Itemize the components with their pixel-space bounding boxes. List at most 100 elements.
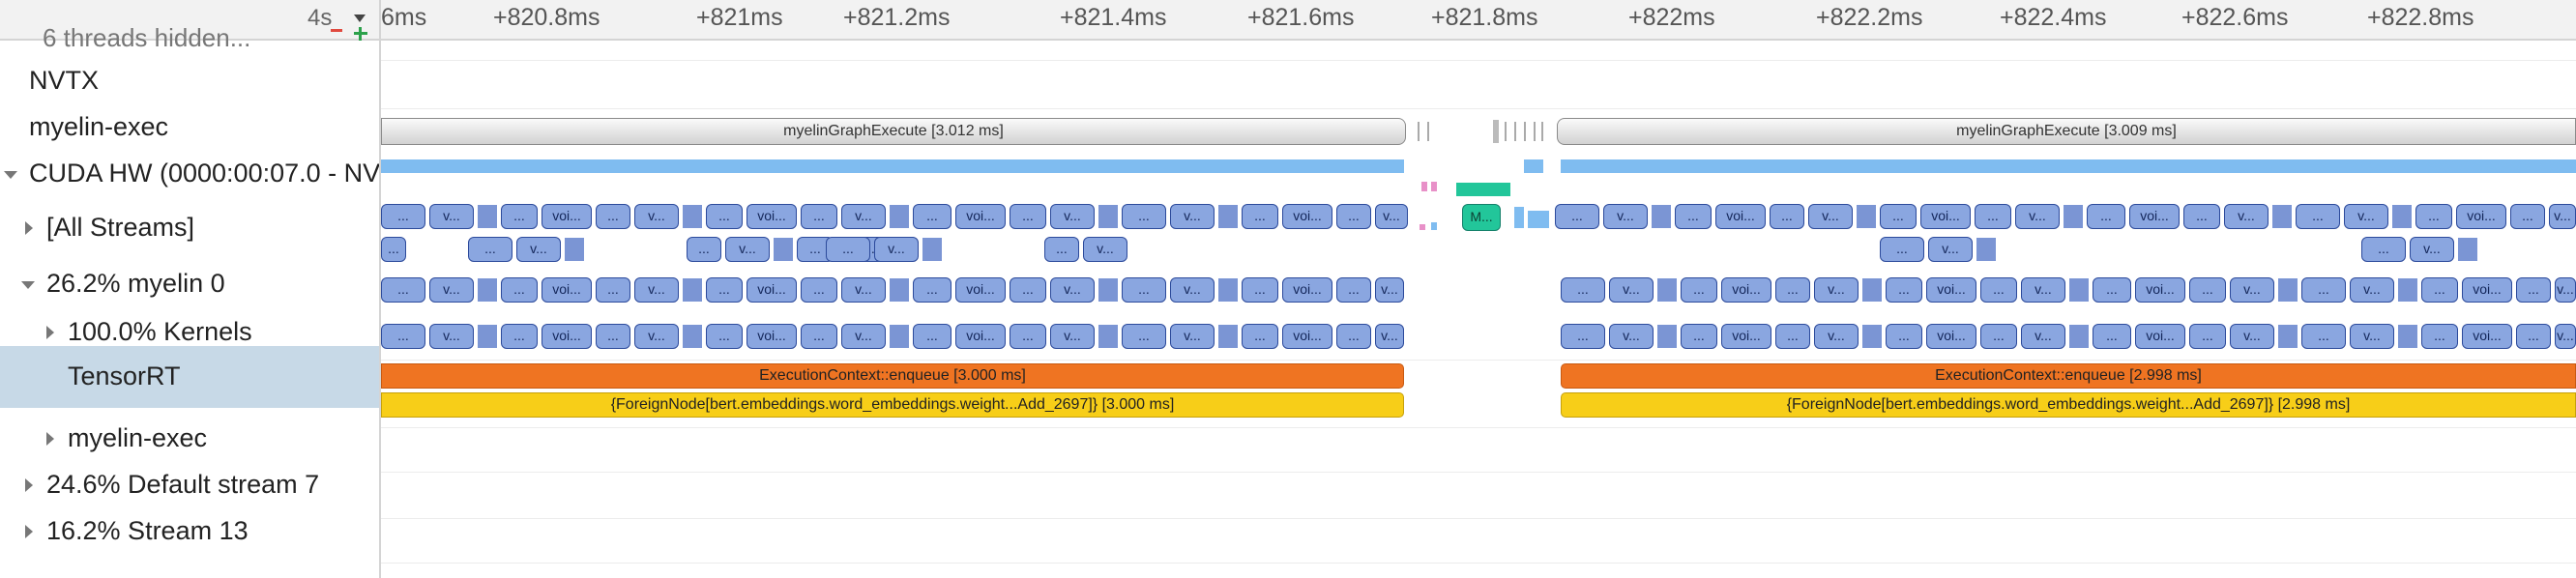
kernel-box[interactable]: ... (2183, 204, 2220, 229)
kernel-box[interactable]: voi... (955, 277, 1006, 303)
kernel-box[interactable]: ... (381, 324, 425, 349)
kernel-box[interactable]: ... (1681, 277, 1717, 303)
kernel-box[interactable]: ... (1555, 204, 1599, 229)
kernel-box[interactable]: ... (913, 324, 951, 349)
kernel-box[interactable]: v... (1814, 324, 1859, 349)
kernel-box[interactable]: v... (1375, 204, 1408, 229)
chevron-right-icon[interactable] (25, 221, 33, 235)
kernel-box[interactable]: v... (2230, 277, 2274, 303)
kernel-box[interactable]: ... (1336, 204, 1371, 229)
kernel-box[interactable]: v... (516, 237, 561, 262)
kernel-slice[interactable] (2064, 205, 2083, 228)
kernel-box[interactable]: voi... (542, 204, 592, 229)
kernel-box[interactable]: voi... (1920, 204, 1971, 229)
kernel-slice[interactable] (1657, 278, 1677, 302)
kernel-box[interactable]: v... (1808, 204, 1853, 229)
nvtx-range-graph-execute-2[interactable]: myelinGraphExecute [3.009 ms] (1557, 118, 2576, 145)
kernel-slice[interactable] (683, 278, 702, 302)
kernel-box[interactable]: v... (2350, 324, 2394, 349)
kernel-box[interactable]: ... (1980, 324, 2017, 349)
chevron-down-icon[interactable] (4, 171, 17, 179)
kernel-box[interactable]: v... (429, 277, 474, 303)
kernel-slice[interactable] (1098, 325, 1118, 348)
kernel-box[interactable]: ... (1242, 277, 1278, 303)
kernel-box[interactable]: v... (634, 324, 679, 349)
kernel-box[interactable]: v... (2021, 277, 2065, 303)
tensorrt-foreign-node-2[interactable]: {ForeignNode[bert.embeddings.word_embedd… (1561, 392, 2576, 418)
kernel-box[interactable]: ... (381, 204, 425, 229)
kernel-box[interactable]: voi... (542, 277, 592, 303)
tree-row-default-stream-7[interactable]: 24.6% Default stream 7 (0, 462, 379, 508)
kernel-box[interactable]: ... (1770, 204, 1804, 229)
kernel-strip-kernels[interactable]: ... v...... voi...... v...... voi...... v....… (381, 322, 2576, 351)
kernel-box[interactable]: voi... (746, 204, 797, 229)
kernel-box[interactable]: ... (2296, 204, 2340, 229)
kernel-slice[interactable] (565, 238, 584, 261)
kernel-box[interactable]: v... (841, 277, 886, 303)
kernel-slice[interactable] (683, 325, 702, 348)
kernel-box[interactable]: ... (1880, 237, 1924, 262)
kernel-box[interactable]: v... (1603, 204, 1648, 229)
tree-row-tensorrt[interactable]: TensorRT (0, 346, 379, 408)
kernel-box[interactable]: v... (841, 324, 886, 349)
kernel-slice[interactable] (2398, 278, 2417, 302)
chevron-right-icon[interactable] (46, 326, 54, 339)
kernel-strip-all-streams-2[interactable]: ......v......v......voi......v......v...… (381, 235, 2576, 264)
kernel-box[interactable]: voi... (2456, 204, 2506, 229)
kernel-box[interactable]: ... (2087, 204, 2125, 229)
kernel-box[interactable]: ... (381, 237, 406, 262)
chevron-right-icon[interactable] (25, 478, 33, 492)
tree-row-stream-13[interactable]: 16.2% Stream 13 (0, 508, 379, 555)
kernel-box[interactable]: ... (2415, 204, 2452, 229)
chevron-right-icon[interactable] (25, 525, 33, 538)
kernel-box[interactable]: ... (2516, 277, 2551, 303)
kernel-box[interactable]: v... (725, 237, 770, 262)
kernel-box[interactable]: ... (1336, 324, 1371, 349)
kernel-box[interactable]: ... (1122, 277, 1166, 303)
minus-icon[interactable] (331, 29, 342, 32)
kernel-box[interactable]: ... (1561, 277, 1605, 303)
kernel-box[interactable]: v... (841, 204, 886, 229)
kernel-box[interactable]: voi... (746, 324, 797, 349)
kernel-strip-myelin-0[interactable]: ... v...... voi...... v...... voi...... v....… (381, 275, 2576, 304)
kernel-box[interactable]: voi... (1282, 204, 1332, 229)
kernel-box[interactable]: ... (2093, 277, 2131, 303)
kernel-box[interactable]: ... (2361, 237, 2406, 262)
kernel-box[interactable]: ... (1681, 324, 1717, 349)
tree-row-cuda-hw[interactable]: CUDA HW (0000:00:07.0 - NV (0, 153, 379, 195)
kernel-box[interactable]: voi... (1282, 277, 1332, 303)
kernel-box[interactable]: ... (1886, 277, 1922, 303)
tree-row-myelin-exec-nvtx[interactable]: myelin-exec (0, 106, 379, 149)
kernel-box[interactable]: ... (1336, 277, 1371, 303)
kernel-slice[interactable] (1857, 205, 1876, 228)
kernel-slice[interactable] (1976, 238, 1996, 261)
kernel-box[interactable]: v... (1170, 324, 1215, 349)
kernel-box[interactable]: ... (468, 237, 512, 262)
kernel-box[interactable]: v... (1050, 277, 1095, 303)
kernel-slice[interactable] (2278, 278, 2298, 302)
kernel-slice[interactable] (683, 205, 702, 228)
kernel-box[interactable]: ... (1775, 277, 1810, 303)
kernel-box[interactable]: ... (2421, 277, 2458, 303)
kernel-box[interactable]: ... (687, 237, 721, 262)
kernel-slice[interactable] (478, 278, 497, 302)
kernel-box[interactable]: v... (634, 277, 679, 303)
kernel-box[interactable]: ... (1975, 204, 2011, 229)
kernel-box[interactable]: voi... (1721, 324, 1771, 349)
kernel-box[interactable]: v... (1170, 204, 1215, 229)
kernel-box[interactable]: ... (801, 204, 837, 229)
tree-row-myelin-exec[interactable]: myelin-exec (0, 416, 379, 462)
tree-row-all-streams[interactable]: [All Streams] (0, 204, 379, 252)
kernel-slice[interactable] (890, 205, 909, 228)
kernel-slice[interactable] (2069, 325, 2089, 348)
kernel-box[interactable]: ... (1775, 324, 1810, 349)
kernel-slice[interactable] (2278, 325, 2298, 348)
kernel-slice[interactable] (478, 205, 497, 228)
kernel-box[interactable]: voi... (2135, 324, 2185, 349)
kernel-box[interactable]: voi... (1715, 204, 1766, 229)
kernel-box[interactable]: v... (2410, 237, 2454, 262)
chevron-right-icon[interactable] (46, 432, 54, 446)
kernel-slice[interactable] (1862, 325, 1882, 348)
kernel-box[interactable]: ... (801, 324, 837, 349)
kernel-slice[interactable] (2398, 325, 2417, 348)
